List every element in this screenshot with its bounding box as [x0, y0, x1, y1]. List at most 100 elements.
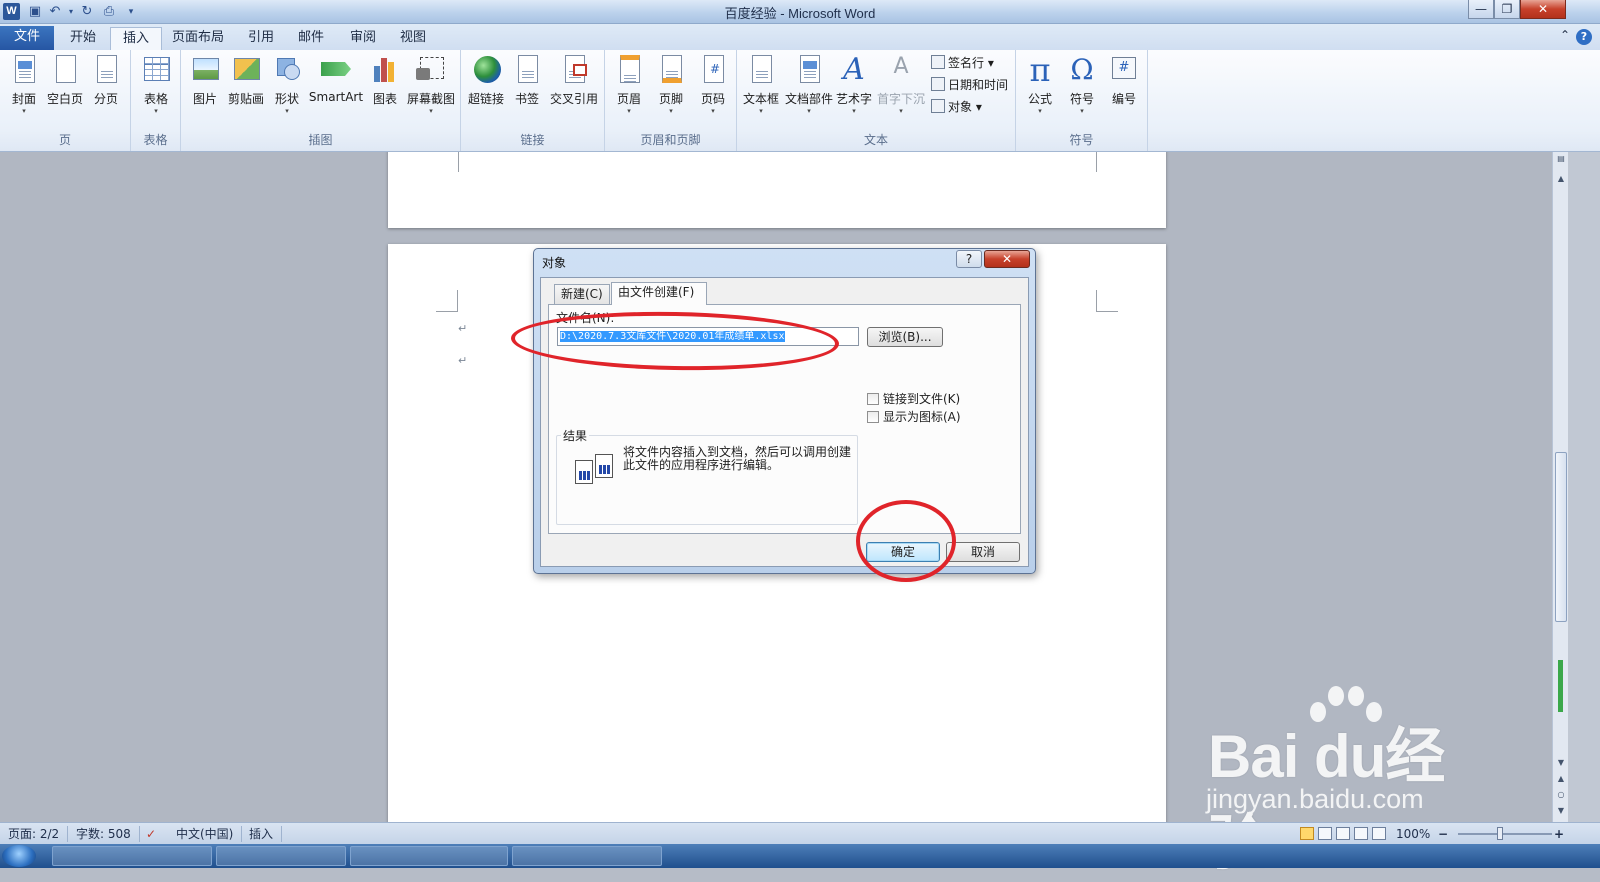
tab-home[interactable]: 开始 [58, 27, 108, 50]
margin-marker [458, 152, 459, 172]
tab-page-layout[interactable]: 页面布局 [160, 27, 236, 50]
maximize-button[interactable]: ❐ [1494, 0, 1520, 19]
tab-create-from-file[interactable]: 由文件创建(F) [611, 282, 707, 305]
page-count[interactable]: 页面: 2/2 [8, 826, 69, 842]
taskbar-item[interactable] [512, 846, 662, 866]
object-button[interactable]: 对象 ▾ [931, 97, 982, 117]
drop-cap-icon: A [886, 54, 916, 86]
date-time-button[interactable]: 日期和时间 [931, 75, 1008, 95]
close-button[interactable]: ✕ [1520, 0, 1566, 19]
tab-file[interactable]: 文件 [0, 26, 55, 50]
scroll-up-icon[interactable]: ▲ [1553, 172, 1569, 186]
taskbar-item[interactable] [52, 846, 212, 866]
web-layout-view-icon[interactable] [1336, 827, 1350, 840]
display-as-icon-checkbox[interactable]: 显示为图标(A) [867, 410, 961, 426]
minimize-ribbon-icon[interactable]: ⌃ [1560, 28, 1570, 42]
screenshot-button[interactable]: 屏幕截图 ▾ [405, 54, 457, 116]
previous-page-icon[interactable]: ▲ [1553, 772, 1569, 786]
cross-reference-icon [559, 54, 589, 86]
dialog-help-button[interactable]: ? [956, 250, 982, 268]
object-icon [931, 99, 945, 113]
zoom-level[interactable]: 100% [1396, 826, 1430, 842]
date-time-label: 日期和时间 [948, 78, 1009, 92]
numbering-button[interactable]: # 编号 [1106, 54, 1142, 107]
shapes-button[interactable]: 形状 ▾ [269, 54, 305, 116]
draft-view-icon[interactable] [1372, 827, 1386, 840]
text-box-button[interactable]: 文本框 ▾ [741, 54, 781, 116]
scroll-down-icon[interactable]: ▼ [1553, 756, 1569, 770]
signature-line-button[interactable]: 签名行 ▾ [931, 53, 994, 73]
dropdown-arrow-icon: ▾ [669, 107, 673, 115]
tab-insert[interactable]: 插入 [110, 27, 163, 50]
symbol-button[interactable]: Ω 符号 ▾ [1064, 54, 1100, 116]
help-icon[interactable]: ? [1576, 29, 1592, 45]
tab-references[interactable]: 引用 [236, 27, 286, 50]
word-count[interactable]: 字数: 508 [76, 826, 140, 842]
proofing-icon[interactable]: ✓ [146, 826, 156, 842]
dropdown-arrow-icon: ▾ [154, 107, 158, 115]
taskbar-item[interactable] [350, 846, 508, 866]
dropdown-arrow-icon: ▾ [429, 107, 433, 115]
print-layout-view-icon[interactable] [1300, 827, 1314, 840]
cross-reference-button[interactable]: 交叉引用 [547, 54, 601, 107]
header-button[interactable]: 页眉 ▾ [611, 54, 647, 116]
cover-page-button[interactable]: 封面 ▾ [6, 54, 42, 116]
right-edge [1568, 152, 1600, 822]
vertical-scrollbar[interactable]: ▤ ▲ ▼ ▲ ○ ▼ [1552, 152, 1568, 822]
ribbon-tabs: 文件 开始 插入 页面布局 引用 邮件 审阅 视图 ⌃ ? [0, 24, 1600, 50]
smartart-button[interactable]: SmartArt [307, 54, 365, 104]
tab-mailings[interactable]: 邮件 [286, 27, 336, 50]
picture-button[interactable]: 图片 [187, 54, 223, 107]
hyperlink-label: 超链接 [467, 92, 504, 106]
page-1-bottom[interactable] [388, 152, 1166, 228]
language[interactable]: 中文(中国) [176, 826, 243, 842]
tab-view[interactable]: 视图 [388, 27, 438, 50]
dropdown-arrow-icon: ▾ [852, 107, 856, 115]
blank-page-button[interactable]: 空白页 [44, 54, 86, 107]
zoom-out-button[interactable]: − [1438, 826, 1448, 842]
annotation-circle-ok [856, 500, 956, 582]
equation-button[interactable]: π 公式 ▾ [1022, 54, 1058, 116]
tab-review[interactable]: 审阅 [338, 27, 388, 50]
zoom-slider-track[interactable] [1458, 833, 1552, 835]
quick-parts-button[interactable]: 文档部件 ▾ [783, 54, 835, 116]
result-description: 将文件内容插入到文档，然后可以调用创建此文件的应用程序进行编辑。 [623, 445, 852, 472]
bookmark-button[interactable]: 书签 [509, 54, 545, 107]
signature-line-label: 签名行 ▾ [948, 56, 994, 70]
chart-button[interactable]: 图表 [367, 54, 403, 107]
footer-button[interactable]: 页脚 ▾ [653, 54, 689, 116]
browse-button[interactable]: 浏览(B)... [867, 327, 943, 347]
tab-create-new[interactable]: 新建(C) [554, 284, 610, 304]
dialog-title: 对象 [542, 256, 567, 270]
start-button[interactable] [2, 845, 36, 867]
ruler-toggle-icon[interactable]: ▤ [1553, 152, 1569, 166]
group-label-illustrations: 插图 [308, 133, 333, 147]
taskbar-item[interactable] [216, 846, 346, 866]
drop-cap-button[interactable]: A 首字下沉 ▾ [875, 54, 927, 116]
group-illustrations: 图片 剪贴画 形状 ▾ SmartArt 图表 屏幕截图 ▾ 插图 [181, 50, 461, 151]
text-box-label: 文本框 [742, 92, 779, 106]
hyperlink-button[interactable]: 超链接 [465, 54, 507, 107]
browse-object-icon[interactable]: ○ [1553, 788, 1569, 802]
cancel-button[interactable]: 取消 [946, 542, 1020, 562]
table-button[interactable]: 表格 ▾ [137, 54, 175, 116]
scrollbar-thumb[interactable] [1555, 452, 1567, 622]
globe-icon [471, 54, 501, 86]
minimize-button[interactable]: — [1468, 0, 1494, 19]
page-number-button[interactable]: # 页码 ▾ [695, 54, 731, 116]
outline-view-icon[interactable] [1354, 827, 1368, 840]
dialog-close-button[interactable]: ✕ [984, 250, 1030, 268]
zoom-slider-thumb[interactable] [1497, 827, 1503, 840]
full-screen-view-icon[interactable] [1318, 827, 1332, 840]
checkbox-box [867, 411, 879, 423]
page-break-button[interactable]: 分页 [88, 54, 124, 107]
link-to-file-checkbox[interactable]: 链接到文件(K) [867, 392, 960, 408]
group-label-table: 表格 [143, 133, 168, 147]
next-page-icon[interactable]: ▼ [1553, 804, 1569, 818]
group-label-header-footer: 页眉和页脚 [640, 133, 701, 147]
zoom-in-button[interactable]: + [1554, 826, 1564, 842]
wordart-button[interactable]: A 艺术字 ▾ [835, 54, 873, 116]
drop-cap-label: 首字下沉 [876, 92, 925, 106]
insert-mode[interactable]: 插入 [249, 826, 283, 842]
clip-art-button[interactable]: 剪贴画 [225, 54, 267, 107]
